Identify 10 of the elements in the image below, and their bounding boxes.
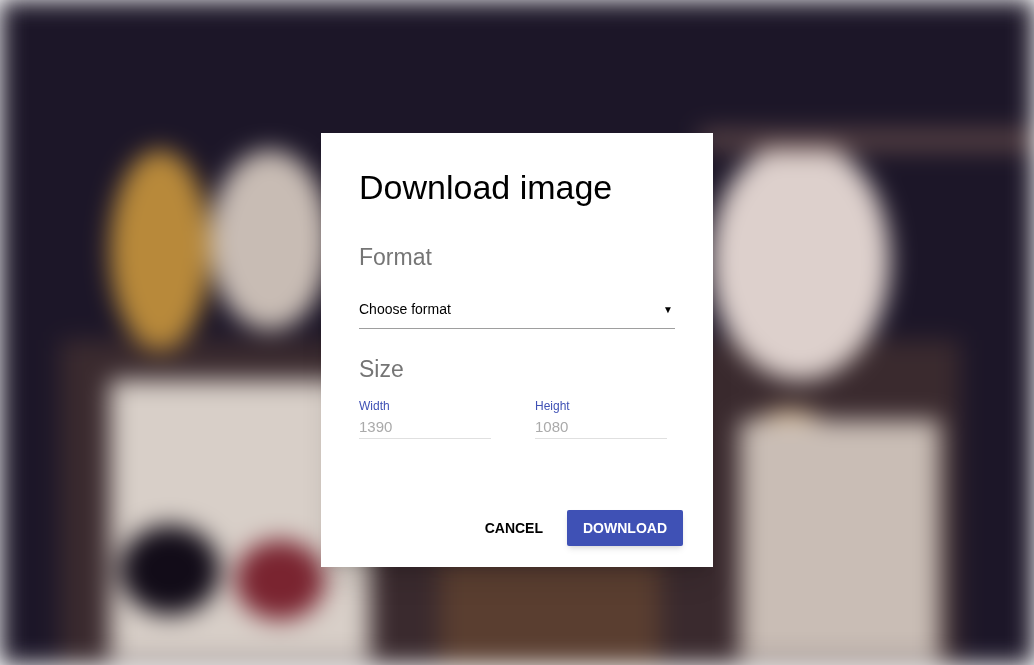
section-heading: Format (359, 243, 433, 271)
input-field[interactable]: 1080 (535, 415, 667, 439)
dialog-title: Download image (359, 167, 614, 207)
cancel-button[interactable]: CANCEL (474, 510, 553, 546)
field-label: Height (535, 399, 571, 413)
section-heading: Size (359, 355, 405, 383)
download-button[interactable]: DOWNLOAD (567, 510, 683, 546)
field-label: Width (359, 399, 391, 413)
format-select[interactable]: Choose format ▼ (359, 295, 675, 329)
input-field[interactable]: 1390 (359, 415, 491, 439)
